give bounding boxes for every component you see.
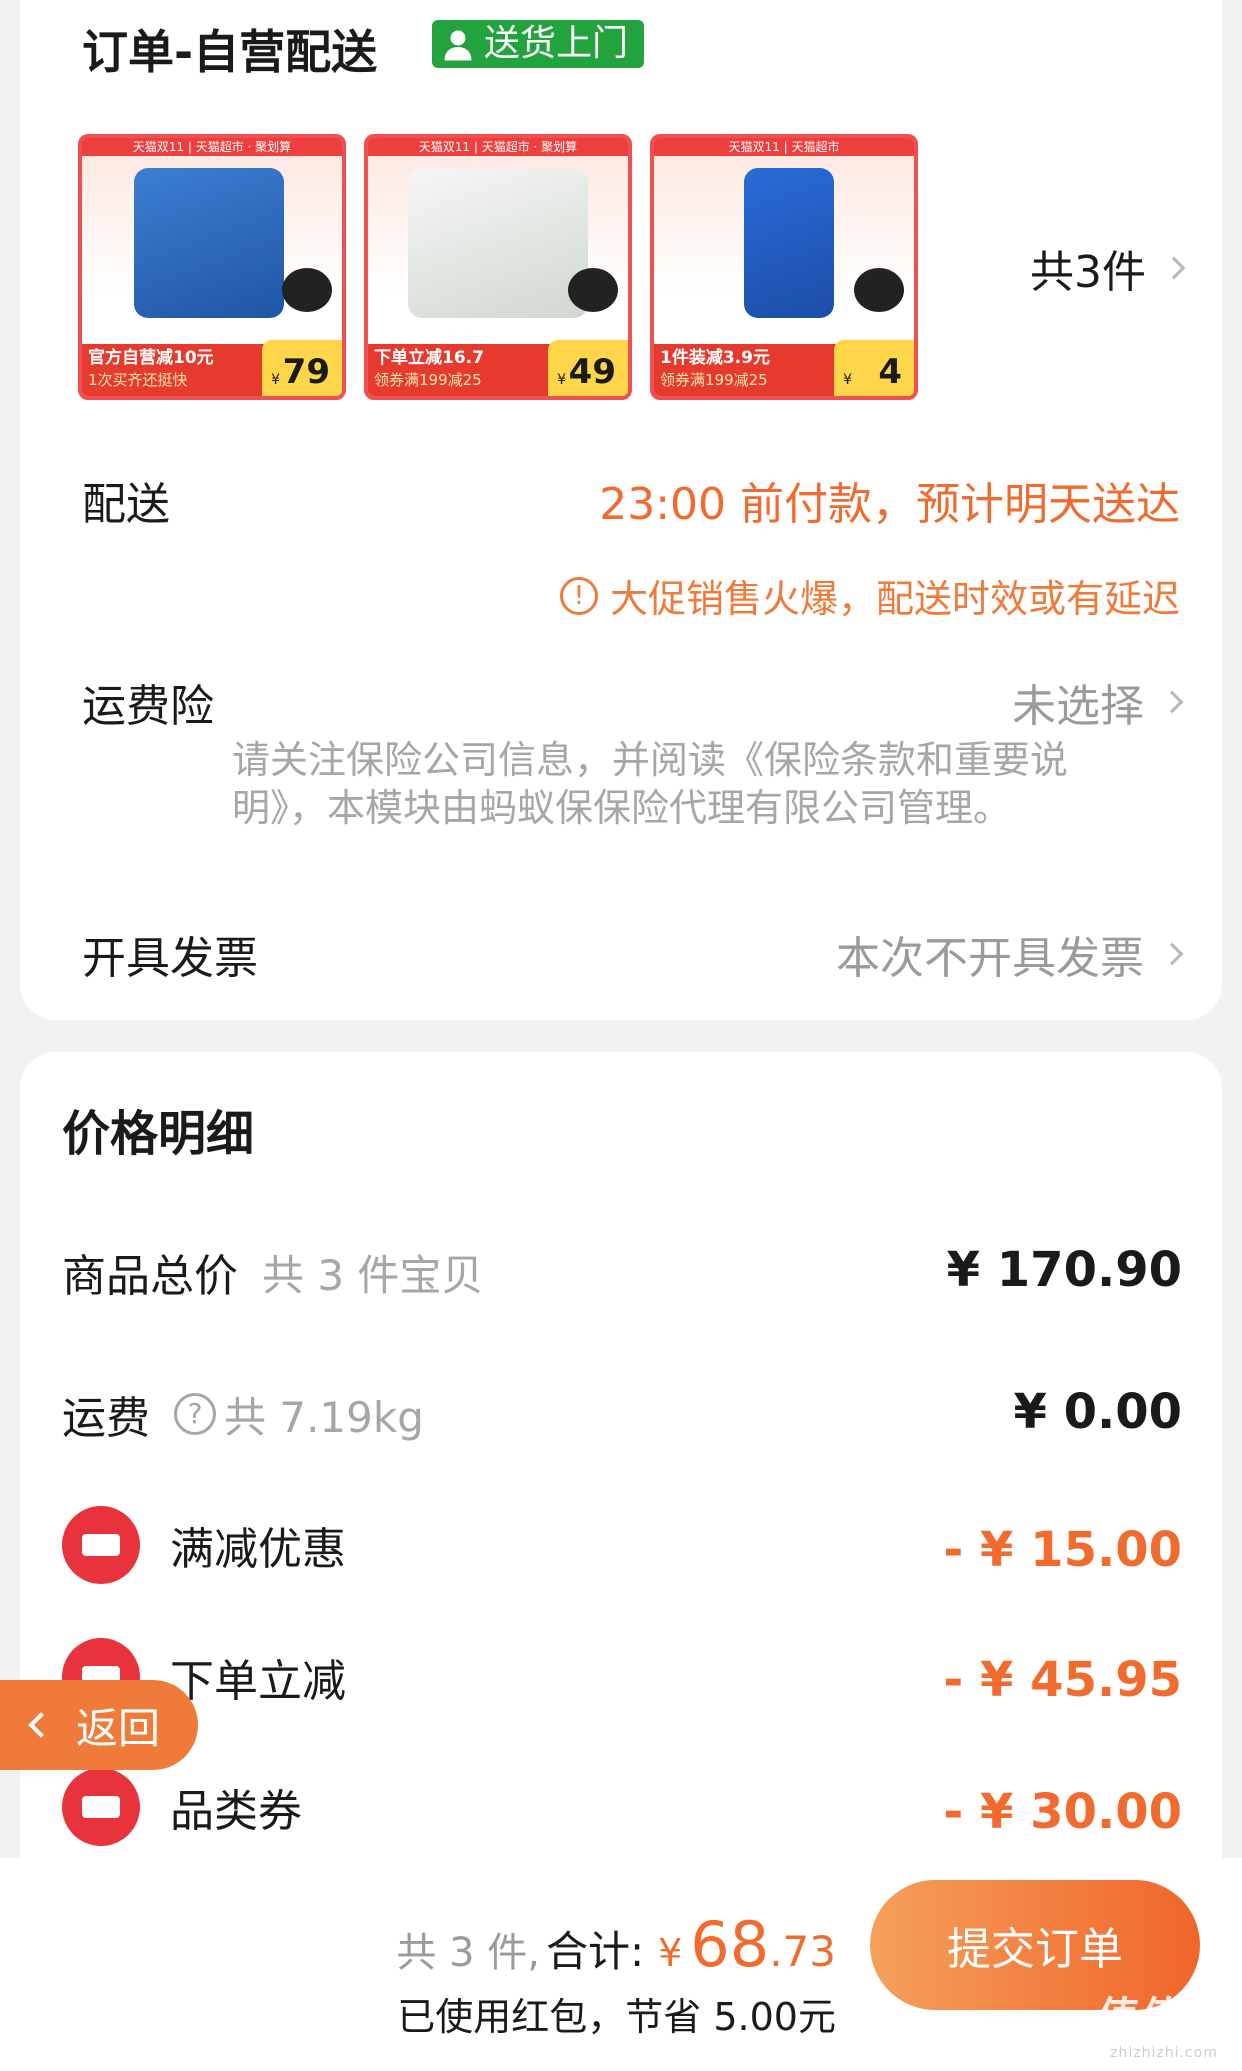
shipping-warning: ! 大促销售火爆，配送时效或有延迟 [559,568,1180,623]
back-button-label: 返回 [76,1703,161,1753]
product-image [744,168,834,318]
insurance-label: 运费险 [82,681,214,732]
product-price: 79 [282,352,330,392]
insurance-description: 请关注保险公司信息，并阅读《保险条款和重要说明》，本模块由蚂蚁保保险代理有限公司… [232,738,1069,830]
product-thumb[interactable]: 天猫双11 | 天猫超市 · 聚划算 下单立减16.7 领券满199减25 ¥ … [364,134,632,400]
shipping-label: 配送 [82,479,170,530]
order-card: 订单-自营配送 送货上门 天猫双11 | 天猫超市 · 聚划算 官方自营减10元… [20,0,1222,1020]
shipping-fee-label: 运费 [62,1393,150,1444]
promo-sub: 领券满199减25 [374,371,482,389]
product-banner: 天猫双11 | 天猫超市 · 聚划算 [418,140,578,154]
tmall-cat-icon [282,268,332,312]
shipping-fee-row: 运费 ? 共 7.19kg [62,1382,424,1446]
category-coupon-row: 品类券 [62,1768,302,1846]
total-line: 共 3 件, 合计: ¥ 68 .73 [396,1908,836,1981]
product-image [134,168,284,318]
promo-main: 下单立减16.7 [374,348,484,368]
subtotal-value: ¥ 170.90 [946,1242,1182,1298]
subtotal-label: 商品总价 [62,1251,238,1302]
insurance-value: 未选择 [1012,681,1144,732]
product-price: 49 [568,352,616,392]
tmall-cat-icon [854,268,904,312]
promo-main: 官方自营减10元 [88,348,214,368]
shipping-weight: 共 7.19kg [224,1392,424,1442]
checkout-bar: 共 3 件, 合计: ¥ 68 .73 已使用红包，节省 5.00元 提交订单 [0,1858,1242,2071]
invoice-label: 开具发票 [82,933,258,984]
price-yen: ¥ [843,372,852,388]
product-thumbnails[interactable]: 天猫双11 | 天猫超市 · 聚划算 官方自营减10元 1次买齐还挺快 ¥ 79… [78,134,918,400]
shipping-fee-value: ¥ 0.00 [1013,1384,1182,1440]
savings-text: 已使用红包，节省 5.00元 [397,1995,836,2039]
category-coupon-value: - ¥ 30.00 [943,1784,1182,1840]
price-yen: ¥ [271,372,280,388]
total-yen: ¥ [658,1931,683,1975]
total-amount-dec: .73 [769,1927,836,1976]
promo-sub: 领券满199减25 [660,371,768,389]
product-image [408,168,588,318]
product-banner: 天猫双11 | 天猫超市 · 聚划算 [132,140,292,154]
item-count-link[interactable]: 共3件 [1030,236,1186,300]
watermark-logo: 值值值 [1097,1993,1230,2042]
price-yen: ¥ [557,372,566,388]
tmall-cat-icon [568,268,618,312]
promo-main: 1件装减3.9元 [660,348,770,368]
help-icon[interactable]: ? [174,1393,216,1435]
instant-discount-label: 下单立减 [170,1656,346,1707]
product-price: 4 [878,352,902,392]
insurance-select[interactable]: 未选择 [1012,670,1184,734]
warning-icon: ! [559,576,598,615]
delivery-tag-label: 送货上门 [484,23,629,64]
price-detail-title: 价格明细 [62,1106,255,1162]
discount-value: - ¥ 15.00 [943,1522,1182,1578]
item-count: 共3件 [1030,247,1146,298]
subtotal-count: 共 3 件宝贝 [262,1250,484,1300]
total-label: 合计: [545,1927,645,1976]
coupon-icon [62,1506,140,1584]
discount-row: 满减优惠 [62,1506,346,1584]
product-thumb[interactable]: 天猫双11 | 天猫超市 1件装减3.9元 领券满199减25 ¥ 4 [650,134,918,400]
discount-label: 满减优惠 [170,1524,346,1575]
total-amount-int: 68 [690,1908,770,1981]
delivery-tag: 送货上门 [432,20,645,68]
order-title: 订单-自营配送 [82,25,378,79]
chevron-left-icon [28,1712,54,1738]
back-button[interactable]: 返回 [0,1680,198,1770]
invoice-select[interactable]: 本次不开具发票 [836,922,1184,986]
product-banner: 天猫双11 | 天猫超市 [728,140,840,154]
instant-discount-value: - ¥ 45.95 [943,1652,1182,1708]
coupon-icon [62,1768,140,1846]
total-count: 共 3 件, [396,1930,540,1976]
chevron-right-icon [1162,256,1186,280]
category-coupon-label: 品类券 [170,1786,302,1837]
invoice-value: 本次不开具发票 [836,933,1144,984]
shipping-warning-text: 大促销售火爆，配送时效或有延迟 [609,577,1180,621]
chevron-right-icon [1160,690,1184,714]
subtotal-row: 商品总价 共 3 件宝贝 [62,1240,483,1304]
watermark: 值值值 zhizhizhi.com [1098,1984,1230,2061]
promo-sub: 1次买齐还挺快 [88,371,188,389]
person-icon [444,30,472,61]
watermark-url: zhizhizhi.com [1110,2045,1218,2061]
chevron-right-icon [1160,942,1184,966]
product-thumb[interactable]: 天猫双11 | 天猫超市 · 聚划算 官方自营减10元 1次买齐还挺快 ¥ 79 [78,134,346,400]
shipping-value: 23:00 前付款，预计明天送达 [599,479,1180,530]
